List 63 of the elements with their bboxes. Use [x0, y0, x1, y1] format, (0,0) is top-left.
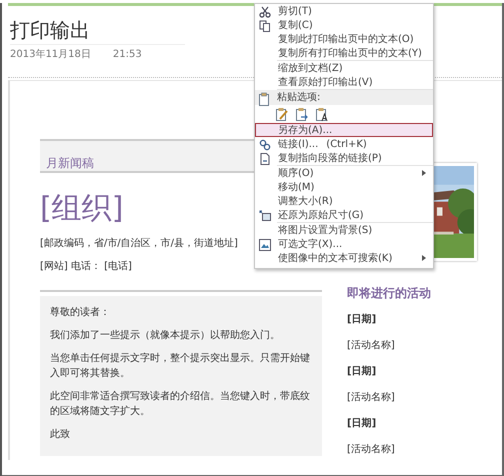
menu-item-label: 可选文字(X)...: [278, 238, 342, 250]
date-text: 2013年11月18日: [10, 49, 91, 61]
menu-item-label: 链接(I)...: [278, 138, 318, 150]
letter-paragraph: 我们添加了一些提示（就像本提示）以帮助您入门。: [50, 328, 281, 343]
clipboard-icon: [258, 92, 270, 106]
paste-format-icon: [275, 106, 289, 122]
menu-item-label: 复制指向段落的链接(P): [278, 152, 382, 164]
menu-item-label: 调整大小(R): [278, 194, 333, 208]
copy-icon: [259, 20, 271, 32]
menu-item[interactable]: 链接(I)... (Ctrl+K): [255, 137, 433, 151]
menu-item[interactable]: 复制所有打印输出页中的文本(Y): [255, 46, 433, 60]
menu-item[interactable]: 还原为原始尺寸(G): [255, 208, 433, 222]
event-date: [日期]: [347, 417, 378, 431]
menu-item[interactable]: 剪切(T): [255, 4, 433, 18]
menu-item[interactable]: 复制(C): [255, 18, 433, 32]
menu-item[interactable]: 使图像中的文本可搜索(K): [255, 251, 433, 265]
menu-item-label: 复制所有打印输出页中的文本(Y): [278, 46, 422, 60]
scissors-icon: [259, 6, 271, 18]
menu-item[interactable]: 复制此打印输出页中的文本(O): [255, 32, 433, 46]
picture-text-icon: [259, 239, 271, 251]
letter-paragraph: 此空间非常适合撰写致读者的介绍信。当您键入时，带底纹的区域将随文字扩大。: [50, 390, 311, 419]
paste-text-icon: [315, 106, 329, 122]
menu-item[interactable]: 可选文字(X)...: [255, 237, 433, 251]
page-title: 打印输出: [10, 18, 90, 42]
menu-item-label: 顺序(O): [278, 166, 314, 180]
event-name: [活动名称]: [347, 391, 396, 405]
menu-item[interactable]: 调整大小(R): [255, 194, 433, 208]
menu-item-label: 复制(C): [278, 18, 313, 32]
section-label: 粘贴选项:: [277, 92, 320, 103]
link-icon: [259, 139, 271, 151]
contact-text: [网站] 电话： [电话]: [40, 260, 132, 274]
letter-paragraph: 此致: [50, 428, 71, 442]
document-link-icon: [259, 153, 271, 165]
menu-item[interactable]: 移动(M): [255, 180, 433, 194]
menu-item[interactable]: 复制指向段落的链接(P): [255, 151, 433, 165]
menu-item-label: 查看原始打印输出(V): [278, 76, 373, 88]
menu-item-label: 缩放到文档(Z): [278, 62, 343, 74]
organization-heading: [组织]: [40, 191, 124, 227]
menu-item[interactable]: 另存为(A)...: [255, 123, 433, 137]
events-heading: 即将进行的活动: [347, 285, 432, 301]
menu-item-label: 另存为(A)...: [278, 124, 332, 136]
menu-item-label: 将图片设置为背景(S): [278, 224, 372, 236]
paste-merge-icon: [295, 106, 309, 122]
address-text: [邮政编码，省/市/自治区，市/县，街道地址]: [40, 237, 238, 251]
menu-item-label: 移动(M): [278, 180, 314, 194]
menu-item-label: 还原为原始尺寸(G): [278, 208, 364, 222]
event-date: [日期]: [347, 365, 378, 379]
menu-item-label: 剪切(T): [278, 4, 312, 18]
menu-item[interactable]: 缩放到文档(Z): [255, 61, 433, 75]
letter-paragraph: 当您单击任何提示文字时，整个提示突出显示。只需开始键入即可将其替换。: [50, 352, 311, 381]
event-date: [日期]: [347, 313, 378, 327]
time-text: 21:53: [112, 49, 142, 61]
menu-item-label: 使图像中的文本可搜索(K): [278, 252, 392, 264]
letter-paragraph: 尊敬的读者：: [50, 306, 111, 320]
event-name: [活动名称]: [347, 339, 396, 353]
masthead-text: 月新闻稿: [46, 156, 94, 170]
event-name: [活动名称]: [347, 443, 396, 457]
menu-item[interactable]: 将图片设置为背景(S): [255, 223, 433, 237]
menu-item[interactable]: 顺序(O): [255, 166, 433, 180]
shortcut-text: (Ctrl+K): [326, 138, 367, 150]
menu-item[interactable]: 查看原始打印输出(V): [255, 75, 433, 89]
resize-picture-icon: [259, 210, 271, 222]
menu-item-label: 复制此打印输出页中的文本(O): [278, 32, 414, 46]
